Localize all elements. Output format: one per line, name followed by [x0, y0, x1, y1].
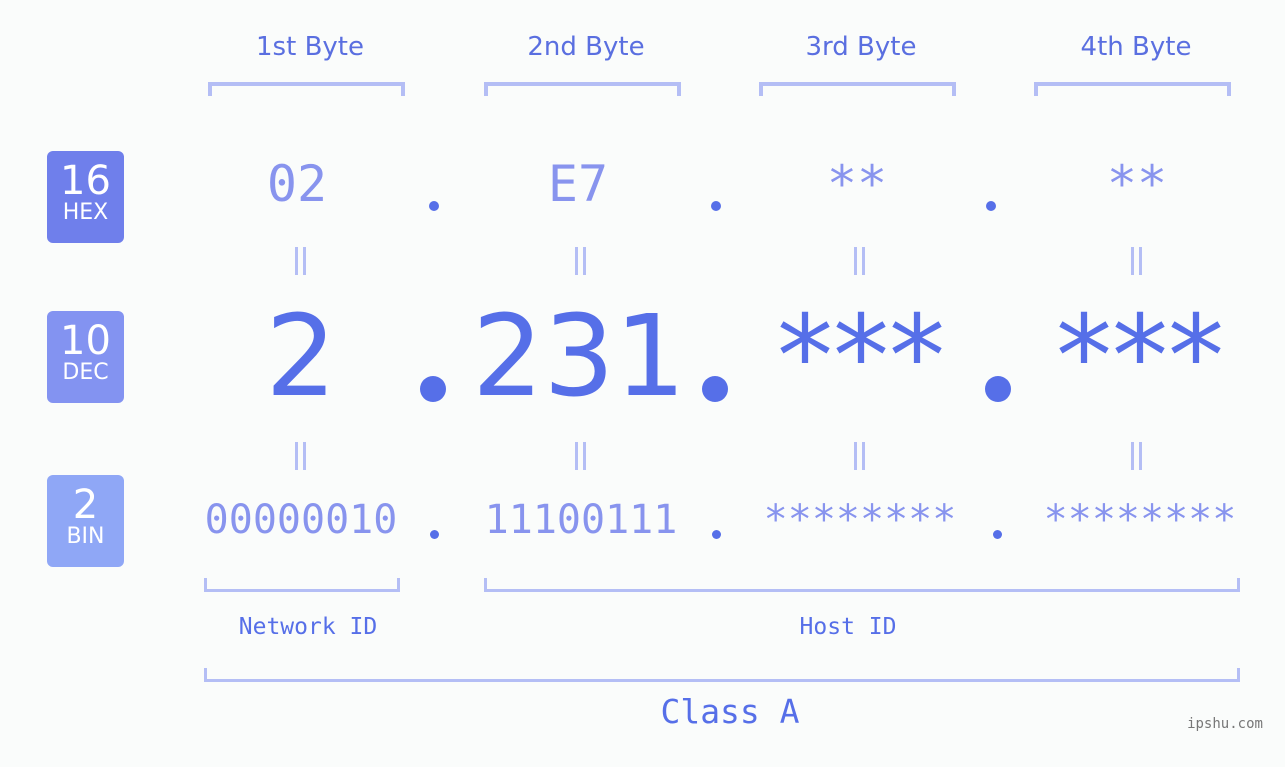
- bin-dot-1: [430, 530, 439, 539]
- dec-byte-3: ***: [777, 292, 945, 422]
- equals-icon: [1129, 442, 1143, 470]
- bin-dot-2: [712, 530, 721, 539]
- hex-dot-3: [986, 201, 996, 211]
- equals-icon: [293, 442, 307, 470]
- bin-badge: 2 BIN: [47, 475, 124, 567]
- hex-byte-2: E7: [547, 155, 609, 213]
- equals-icon: [852, 442, 866, 470]
- bin-dot-3: [993, 530, 1002, 539]
- byte-header-3: 3rd Byte: [805, 32, 917, 62]
- byte-bracket-1: [208, 82, 405, 96]
- bin-byte-2: 11100111: [484, 497, 678, 543]
- dec-byte-1: 2: [265, 292, 337, 422]
- byte-header-2: 2nd Byte: [527, 32, 645, 62]
- byte-bracket-3: [759, 82, 956, 96]
- hex-badge: 16 HEX: [47, 151, 124, 243]
- hex-byte-3: **: [826, 155, 888, 213]
- byte-header-1: 1st Byte: [256, 32, 364, 62]
- hex-base-number: 16: [60, 158, 111, 204]
- host-id-label: Host ID: [799, 614, 897, 640]
- equals-icon: [852, 247, 866, 275]
- byte-bracket-2: [484, 82, 681, 96]
- bin-byte-1: 00000010: [204, 497, 398, 543]
- dec-byte-4: ***: [1056, 292, 1224, 422]
- dec-dot-2: [702, 376, 728, 402]
- equals-icon: [1129, 247, 1143, 275]
- byte-bracket-4: [1034, 82, 1231, 96]
- dec-dot-3: [985, 376, 1011, 402]
- dec-badge: 10 DEC: [47, 311, 124, 403]
- network-bracket: [204, 578, 400, 592]
- bin-byte-3: ********: [763, 497, 957, 543]
- watermark: ipshu.com: [1187, 716, 1263, 732]
- dec-byte-2: 231: [472, 292, 686, 422]
- class-bracket: [204, 668, 1240, 682]
- dec-dot-1: [420, 376, 446, 402]
- equals-icon: [573, 442, 587, 470]
- class-label: Class A: [660, 692, 800, 731]
- dec-base-label: DEC: [62, 360, 109, 385]
- equals-icon: [573, 247, 587, 275]
- hex-dot-2: [711, 201, 721, 211]
- hex-base-label: HEX: [62, 200, 109, 225]
- bin-base-number: 2: [72, 482, 99, 528]
- network-id-label: Network ID: [238, 614, 378, 640]
- host-bracket: [484, 578, 1240, 592]
- hex-byte-1: 02: [266, 155, 328, 213]
- dec-base-number: 10: [60, 318, 111, 364]
- hex-dot-1: [429, 201, 439, 211]
- bin-base-label: BIN: [66, 524, 105, 549]
- byte-header-4: 4th Byte: [1080, 32, 1192, 62]
- bin-byte-4: ********: [1043, 497, 1237, 543]
- hex-byte-4: **: [1106, 155, 1168, 213]
- equals-icon: [293, 247, 307, 275]
